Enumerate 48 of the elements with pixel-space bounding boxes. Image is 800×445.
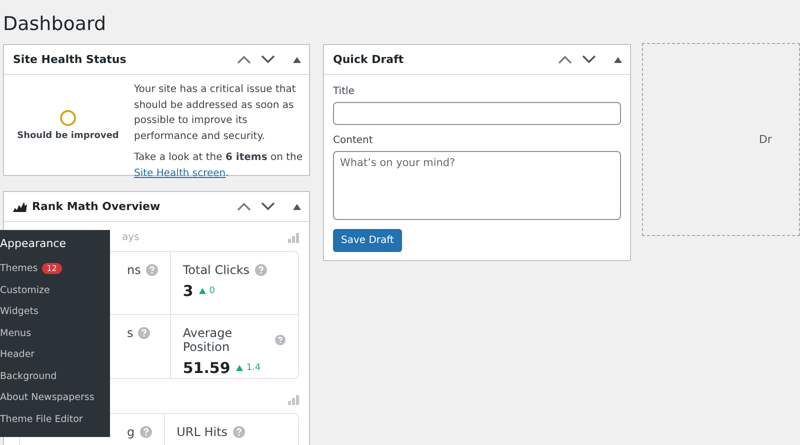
menu-item[interactable]: Theme File Editor — [0, 414, 83, 425]
stat-label: URL Hits — [176, 425, 228, 439]
triangle-up-icon[interactable] — [293, 56, 301, 62]
increase-arrow-icon — [199, 288, 206, 294]
stat-change: 0 — [209, 286, 216, 296]
stat-change: 1.4 — [246, 363, 261, 373]
menu-item[interactable]: Background — [0, 370, 57, 382]
stat-label: Total Clicks — [182, 263, 250, 277]
menu-item[interactable]: About Newspaperss — [0, 392, 94, 404]
chevron-down-icon[interactable] — [582, 55, 596, 64]
field-label: Title — [333, 86, 356, 97]
chart-logo-icon — [13, 202, 27, 212]
health-detail: Take a look at the 6 items on the Site Health screen. — [134, 151, 303, 180]
menu-item[interactable]: Widgets — [0, 306, 38, 318]
menu-title[interactable]: Appearance — [0, 235, 110, 258]
menu-item[interactable]: Header — [0, 349, 35, 360]
stat-value: 3 — [182, 282, 194, 300]
field-label: Content — [333, 135, 374, 146]
stat-label: ns — [127, 263, 141, 277]
health-message: Your site has a critical issue that should be addressed as soon as possible to improve its performance and security. — [134, 83, 297, 144]
stat-label: Average Position — [182, 326, 234, 354]
drop-zone-text: Dr — [758, 133, 772, 146]
panel-title: Rank Math Overview — [32, 200, 160, 213]
chevron-up-icon[interactable] — [237, 202, 251, 211]
triangle-up-icon[interactable] — [614, 56, 622, 62]
increase-arrow-icon — [236, 365, 244, 371]
health-status: Should be improved — [17, 130, 119, 140]
triangle-up-icon[interactable] — [293, 204, 301, 210]
menu-item[interactable]: Themes — [0, 263, 38, 274]
chevron-down-icon[interactable] — [261, 55, 275, 64]
stat-value: 51.59 — [182, 359, 230, 377]
save-draft-button[interactable]: Save Draft — [333, 229, 402, 252]
count-badge: 12 — [42, 263, 62, 274]
chevron-up-icon[interactable] — [237, 55, 251, 64]
chevron-up-icon[interactable] — [558, 55, 572, 64]
period-text: ays — [122, 232, 140, 243]
menu-item[interactable]: Menus — [0, 328, 32, 339]
title-input[interactable] — [333, 102, 621, 125]
site-health-link[interactable]: Site Health screen — [134, 168, 226, 178]
menu-item[interactable]: Customize — [0, 284, 50, 296]
page-title: Dashboard — [2, 12, 108, 32]
chevron-down-icon[interactable] — [261, 202, 275, 211]
stat-label: g — [127, 425, 135, 439]
panel-title: Site Health Status — [13, 53, 128, 66]
panel-title: Quick Draft — [333, 53, 405, 66]
content-textarea[interactable]: What’s on your mind? — [333, 151, 621, 220]
stat-label: s — [127, 326, 134, 340]
status-ring-icon — [60, 110, 76, 126]
